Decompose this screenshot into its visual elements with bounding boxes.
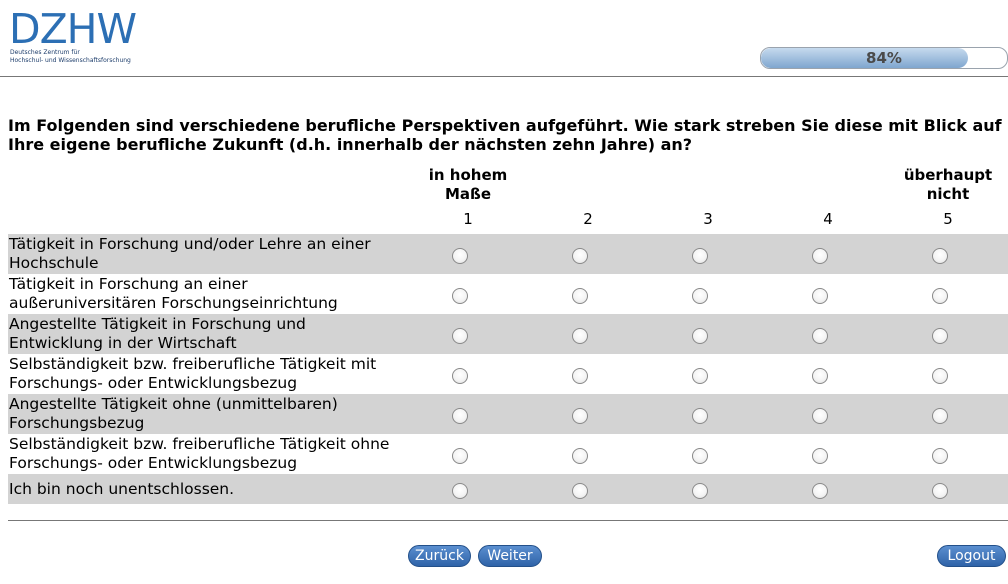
row-label-text: Tätigkeit in Forschung und/oder Lehre an… [9,235,371,273]
radio-option-3[interactable] [692,328,708,344]
next-button[interactable]: Weiter [478,545,542,567]
row-label-text: Tätigkeit in Forschung an einer außeruniv… [9,275,338,313]
row-label-line2: außeruniversitären Forschungseinrichtung [9,294,338,312]
scale-left-label-line2: Maße [444,185,491,203]
row-label-line2: Entwicklung in der Wirtschaft [9,334,237,352]
radio-option-4[interactable] [812,288,828,304]
row-label: Angestellte Tätigkeit ohne (unmittelbare… [9,394,429,434]
row-label-line1: Angestellte Tätigkeit ohne (unmittelbare… [9,395,338,413]
scale-left-label: in hohem Maße [413,166,523,204]
radio-option-3[interactable] [692,483,708,499]
scale-right-label: überhaupt nicht [893,166,1003,204]
row-label: Selbständigkeit bzw. freiberufliche Täti… [9,354,429,394]
scale-number-2: 2 [583,210,593,228]
matrix-row: Tätigkeit in Forschung und/oder Lehre an… [8,234,1008,274]
progress-bar: 84% [760,47,1008,69]
row-label-line1: Selbständigkeit bzw. freiberufliche Täti… [9,355,377,373]
radio-option-1[interactable] [452,328,468,344]
row-label-line1: Ich bin noch unentschlossen. [9,479,235,498]
row-label-line1: Angestellte Tätigkeit in Forschung und [9,315,306,333]
row-label: Selbständigkeit bzw. freiberufliche Täti… [9,434,429,474]
scale-number-1: 1 [463,210,473,228]
header-divider [0,76,1008,77]
matrix-row: Angestellte Tätigkeit in Forschung und En… [8,314,1008,354]
radio-option-1[interactable] [452,448,468,464]
radio-option-5[interactable] [932,448,948,464]
scale-number-5: 5 [943,210,953,228]
row-label-line1: Selbständigkeit bzw. freiberufliche Täti… [9,435,390,453]
footer-divider [8,520,1008,521]
radio-option-3[interactable] [692,368,708,384]
matrix-row: Tätigkeit in Forschung an einer außeruniv… [8,274,1008,314]
matrix-row: Selbständigkeit bzw. freiberufliche Täti… [8,354,1008,394]
progress-label: 84% [866,49,902,67]
row-label: Angestellte Tätigkeit in Forschung und En… [9,314,429,354]
radio-option-5[interactable] [932,248,948,264]
radio-option-4[interactable] [812,483,828,499]
row-label-line2: Forschungsbezug [9,414,145,432]
row-label-text: Angestellte Tätigkeit ohne (unmittelbare… [9,395,338,433]
radio-option-1[interactable] [452,288,468,304]
question-text: Im Folgenden sind verschiedene beruflich… [8,116,1002,154]
radio-option-2[interactable] [572,408,588,424]
row-label-line2: Hochschule [9,254,99,272]
matrix-row: Angestellte Tätigkeit ohne (unmittelbare… [8,394,1008,434]
radio-option-2[interactable] [572,328,588,344]
radio-option-3[interactable] [692,448,708,464]
radio-option-4[interactable] [812,328,828,344]
back-button[interactable]: Zurück [408,545,471,567]
row-label-line1: Tätigkeit in Forschung und/oder Lehre an… [9,235,371,253]
radio-option-2[interactable] [572,288,588,304]
radio-option-1[interactable] [452,368,468,384]
scale-left-label-line1: in hohem [428,166,508,184]
matrix-row: Selbständigkeit bzw. freiberufliche Täti… [8,434,1008,474]
logo-subtitle-line1: Deutsches Zentrum für [10,49,80,56]
radio-option-3[interactable] [692,248,708,264]
radio-option-4[interactable] [812,248,828,264]
row-label-line2: Forschungs- oder Entwicklungsbezug [9,454,298,472]
radio-option-4[interactable] [812,368,828,384]
radio-option-2[interactable] [572,368,588,384]
logout-button[interactable]: Logout [937,545,1006,567]
radio-option-5[interactable] [932,328,948,344]
radio-option-3[interactable] [692,288,708,304]
radio-option-4[interactable] [812,408,828,424]
radio-option-5[interactable] [932,288,948,304]
radio-option-5[interactable] [932,408,948,424]
scale-right-label-line2: nicht [926,185,970,203]
row-label-text: Ich bin noch unentschlossen. [9,480,234,499]
row-label: Tätigkeit in Forschung an einer außeruniv… [9,274,429,314]
row-label-text: Selbständigkeit bzw. freiberufliche Täti… [9,355,376,393]
row-label-line1: Tätigkeit in Forschung an einer [9,275,248,293]
dzhw-logo: DZHW Deutsches Zentrum für Hochschul- un… [9,5,149,67]
scale-number-4: 4 [823,210,833,228]
radio-option-2[interactable] [572,248,588,264]
radio-option-5[interactable] [932,483,948,499]
logo-wordmark: DZHW [9,5,137,53]
radio-option-2[interactable] [572,448,588,464]
scale-right-label-line1: überhaupt [903,166,993,184]
matrix-row: Ich bin noch unentschlossen. [8,474,1008,504]
radio-option-1[interactable] [452,408,468,424]
radio-option-3[interactable] [692,408,708,424]
radio-option-4[interactable] [812,448,828,464]
logo-subtitle: Deutsches Zentrum für Hochschul- und Wis… [10,49,131,65]
row-label-text: Angestellte Tätigkeit in Forschung und En… [9,315,306,353]
radio-option-1[interactable] [452,483,468,499]
logo-subtitle-line2: Hochschul- und Wissenschaftsforschung [10,57,131,64]
radio-option-5[interactable] [932,368,948,384]
row-label-text: Selbständigkeit bzw. freiberufliche Täti… [9,435,389,473]
row-label: Tätigkeit in Forschung und/oder Lehre an… [9,234,429,274]
radio-option-2[interactable] [572,483,588,499]
radio-option-1[interactable] [452,248,468,264]
scale-number-3: 3 [703,210,713,228]
row-label-line2: Forschungs- oder Entwicklungsbezug [9,374,298,392]
row-label: Ich bin noch unentschlossen. [9,474,429,504]
